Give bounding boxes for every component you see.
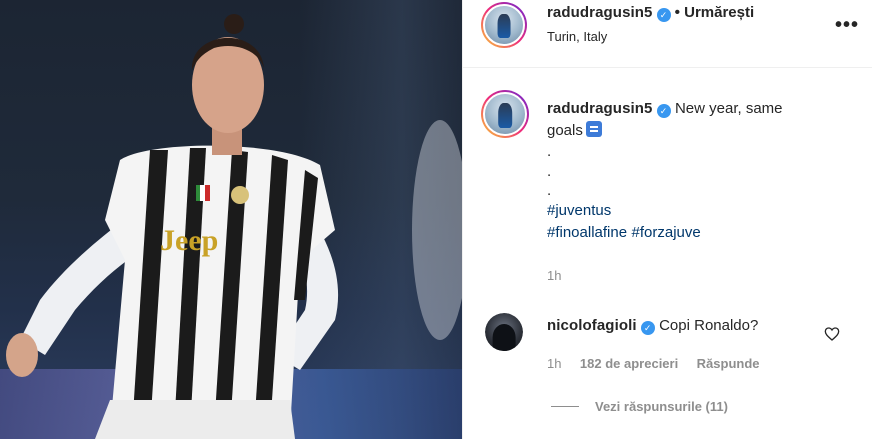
- caption-text-line2: goals: [547, 122, 583, 139]
- commenter-avatar[interactable]: [485, 313, 523, 351]
- post-header: radudragusin5 ✓ • Urmărești Turin, Italy ••…: [463, 0, 872, 68]
- caption: radudragusin5 ✓ New year, same goals . . …: [547, 98, 847, 244]
- separator-dot: •: [674, 4, 681, 21]
- jersey-sponsor: Jeep: [160, 224, 218, 257]
- post-photo[interactable]: Jeep: [0, 0, 462, 439]
- more-options-icon[interactable]: •••: [835, 14, 859, 37]
- comment: nicolofagioli ✓ Copi Ronaldo?: [547, 317, 758, 335]
- verified-badge-icon: ✓: [656, 104, 671, 118]
- reply-button[interactable]: Răspunde: [697, 356, 760, 371]
- author-avatar[interactable]: [481, 2, 527, 48]
- header-title-row: radudragusin5 ✓ • Urmărești: [547, 4, 754, 22]
- caption-timestamp[interactable]: 1h: [547, 268, 561, 283]
- verified-badge-icon: ✓: [640, 321, 655, 335]
- post-panel: radudragusin5 ✓ • Urmărești Turin, Italy ••…: [462, 0, 872, 439]
- caption-dot-3: .: [547, 182, 552, 199]
- comment-timestamp[interactable]: 1h: [547, 356, 561, 371]
- view-replies-button[interactable]: Vezi răspunsurile (11): [595, 399, 728, 414]
- player-illustration: Jeep: [6, 14, 462, 439]
- author-username[interactable]: radudragusin5: [547, 4, 653, 21]
- caption-author-username[interactable]: radudragusin5: [547, 100, 653, 117]
- hashtag-forzajuve[interactable]: #forzajuve: [632, 224, 701, 241]
- like-comment-heart-icon[interactable]: [824, 326, 840, 342]
- hashtag-juventus[interactable]: #juventus: [547, 202, 611, 219]
- hashtag-finoallafine[interactable]: #finoallafine: [547, 224, 627, 241]
- comment-likes[interactable]: 182 de aprecieri: [580, 356, 678, 371]
- caption-author-avatar[interactable]: [481, 90, 529, 138]
- verified-badge-icon: ✓: [656, 8, 671, 22]
- following-button[interactable]: Urmărești: [684, 4, 754, 21]
- caption-dot-1: .: [547, 143, 552, 160]
- post-location[interactable]: Turin, Italy: [547, 29, 607, 44]
- caption-dot-2: .: [547, 163, 552, 180]
- replies-divider: [551, 406, 579, 408]
- commenter-username[interactable]: nicolofagioli: [547, 317, 637, 334]
- equals-emoji-icon: [585, 121, 602, 137]
- view-replies[interactable]: Vezi răspunsurile (11): [551, 398, 728, 416]
- comment-meta: 1h 182 de aprecieri Răspunde: [547, 355, 760, 373]
- comment-text: Copi Ronaldo?: [659, 317, 759, 334]
- caption-text-line1: New year, same: [674, 100, 783, 117]
